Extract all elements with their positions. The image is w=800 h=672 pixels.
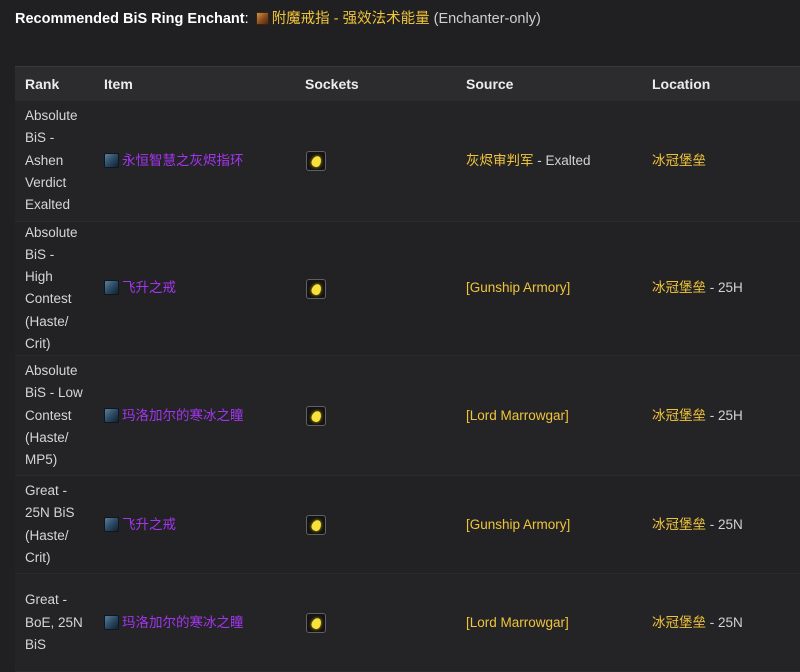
- enchant-heading-label: Recommended BiS Ring Enchant: [15, 11, 245, 27]
- bis-ring-table: Rank Item Sockets Source Location Absolu…: [15, 66, 800, 672]
- ring-icon[interactable]: [104, 407, 119, 423]
- item-link[interactable]: 飞升之戒: [122, 280, 176, 295]
- table-header-row: Rank Item Sockets Source Location: [15, 66, 800, 101]
- item-cell: 玛洛加尔的寒冰之瞳: [94, 355, 295, 477]
- location-detail: - 25H: [706, 280, 743, 296]
- table-row: Absolute BiS - Ashen Verdict Exalted 永恒智…: [15, 101, 800, 222]
- source-cell: 灰烬审判军 - Exalted: [456, 101, 642, 222]
- enchant-link[interactable]: 附魔戒指 - 强效法术能量: [272, 11, 430, 27]
- sockets-cell: [295, 475, 456, 575]
- location-cell: 冰冠堡垒 - 25H: [642, 355, 800, 477]
- table-row: Absolute BiS - High Contest (Haste/ Crit…: [15, 221, 800, 357]
- ring-icon[interactable]: [104, 152, 119, 168]
- column-header-source: Source: [456, 66, 642, 101]
- yellow-gem-socket-icon: [306, 406, 326, 427]
- location-link[interactable]: 冰冠堡垒: [652, 615, 706, 630]
- table-row: Great - BoE, 25N BiS 玛洛加尔的寒冰之瞳 [Lord Mar…: [15, 573, 800, 672]
- sockets-cell: [295, 573, 456, 672]
- column-header-item: Item: [94, 66, 295, 101]
- enchant-scroll-icon: [255, 12, 269, 25]
- item-link[interactable]: 玛洛加尔的寒冰之瞳: [122, 615, 244, 630]
- rank-cell: Great - 25N BiS (Haste/ Crit): [15, 475, 94, 575]
- item-link[interactable]: 永恒智慧之灰烬指环: [122, 153, 244, 168]
- table-row: Absolute BiS - Low Contest (Haste/ MP5) …: [15, 355, 800, 477]
- item-cell: 玛洛加尔的寒冰之瞳: [94, 573, 295, 672]
- table-row: Great - 25N BiS (Haste/ Crit) 飞升之戒 [Guns…: [15, 475, 800, 575]
- location-link[interactable]: 冰冠堡垒: [652, 153, 706, 168]
- source-link[interactable]: [Gunship Armory]: [466, 517, 570, 532]
- sockets-cell: [295, 355, 456, 477]
- item-cell: 永恒智慧之灰烬指环: [94, 101, 295, 222]
- item-cell: 飞升之戒: [94, 221, 295, 357]
- location-link[interactable]: 冰冠堡垒: [652, 280, 706, 295]
- source-cell: [Gunship Armory]: [456, 221, 642, 357]
- sockets-cell: [295, 101, 456, 222]
- source-link[interactable]: 灰烬审判军: [466, 153, 534, 168]
- location-cell: 冰冠堡垒 - 25H: [642, 221, 800, 357]
- enchant-note: (Enchanter-only): [433, 11, 541, 27]
- yellow-gem-socket-icon: [306, 515, 326, 536]
- source-cell: [Lord Marrowgar]: [456, 355, 642, 477]
- source-link[interactable]: [Gunship Armory]: [466, 280, 570, 295]
- yellow-gem-socket-icon: [306, 278, 326, 299]
- rank-cell: Great - BoE, 25N BiS: [15, 573, 94, 672]
- location-cell: 冰冠堡垒 - 25N: [642, 475, 800, 575]
- location-link[interactable]: 冰冠堡垒: [652, 408, 706, 423]
- source-cell: [Lord Marrowgar]: [456, 573, 642, 672]
- source-link[interactable]: [Lord Marrowgar]: [466, 408, 569, 423]
- ring-icon[interactable]: [104, 516, 119, 532]
- location-cell: 冰冠堡垒 - 25N: [642, 573, 800, 672]
- enchant-recommendation: Recommended BiS Ring Enchant: 附魔戒指 - 强效法…: [15, 9, 541, 31]
- yellow-gem-socket-icon: [306, 151, 326, 172]
- sockets-cell: [295, 221, 456, 357]
- location-link[interactable]: 冰冠堡垒: [652, 517, 706, 532]
- item-link[interactable]: 飞升之戒: [122, 517, 176, 532]
- rank-cell: Absolute BiS - Ashen Verdict Exalted: [15, 101, 94, 222]
- ring-icon[interactable]: [104, 614, 119, 630]
- rank-cell: Absolute BiS - Low Contest (Haste/ MP5): [15, 355, 94, 477]
- column-header-location: Location: [642, 66, 800, 101]
- rank-cell: Absolute BiS - High Contest (Haste/ Crit…: [15, 221, 94, 357]
- source-detail: - Exalted: [533, 152, 591, 168]
- location-cell: 冰冠堡垒: [642, 101, 800, 222]
- location-detail: - 25H: [706, 407, 743, 423]
- source-cell: [Gunship Armory]: [456, 475, 642, 575]
- ring-icon[interactable]: [104, 280, 119, 296]
- location-detail: - 25N: [706, 516, 743, 532]
- yellow-gem-socket-icon: [306, 613, 326, 634]
- enchant-heading-colon: :: [244, 11, 249, 27]
- item-cell: 飞升之戒: [94, 475, 295, 575]
- item-link[interactable]: 玛洛加尔的寒冰之瞳: [122, 408, 244, 423]
- column-header-sockets: Sockets: [295, 66, 456, 101]
- location-detail: - 25N: [706, 614, 743, 630]
- source-link[interactable]: [Lord Marrowgar]: [466, 615, 569, 630]
- column-header-rank: Rank: [15, 66, 94, 101]
